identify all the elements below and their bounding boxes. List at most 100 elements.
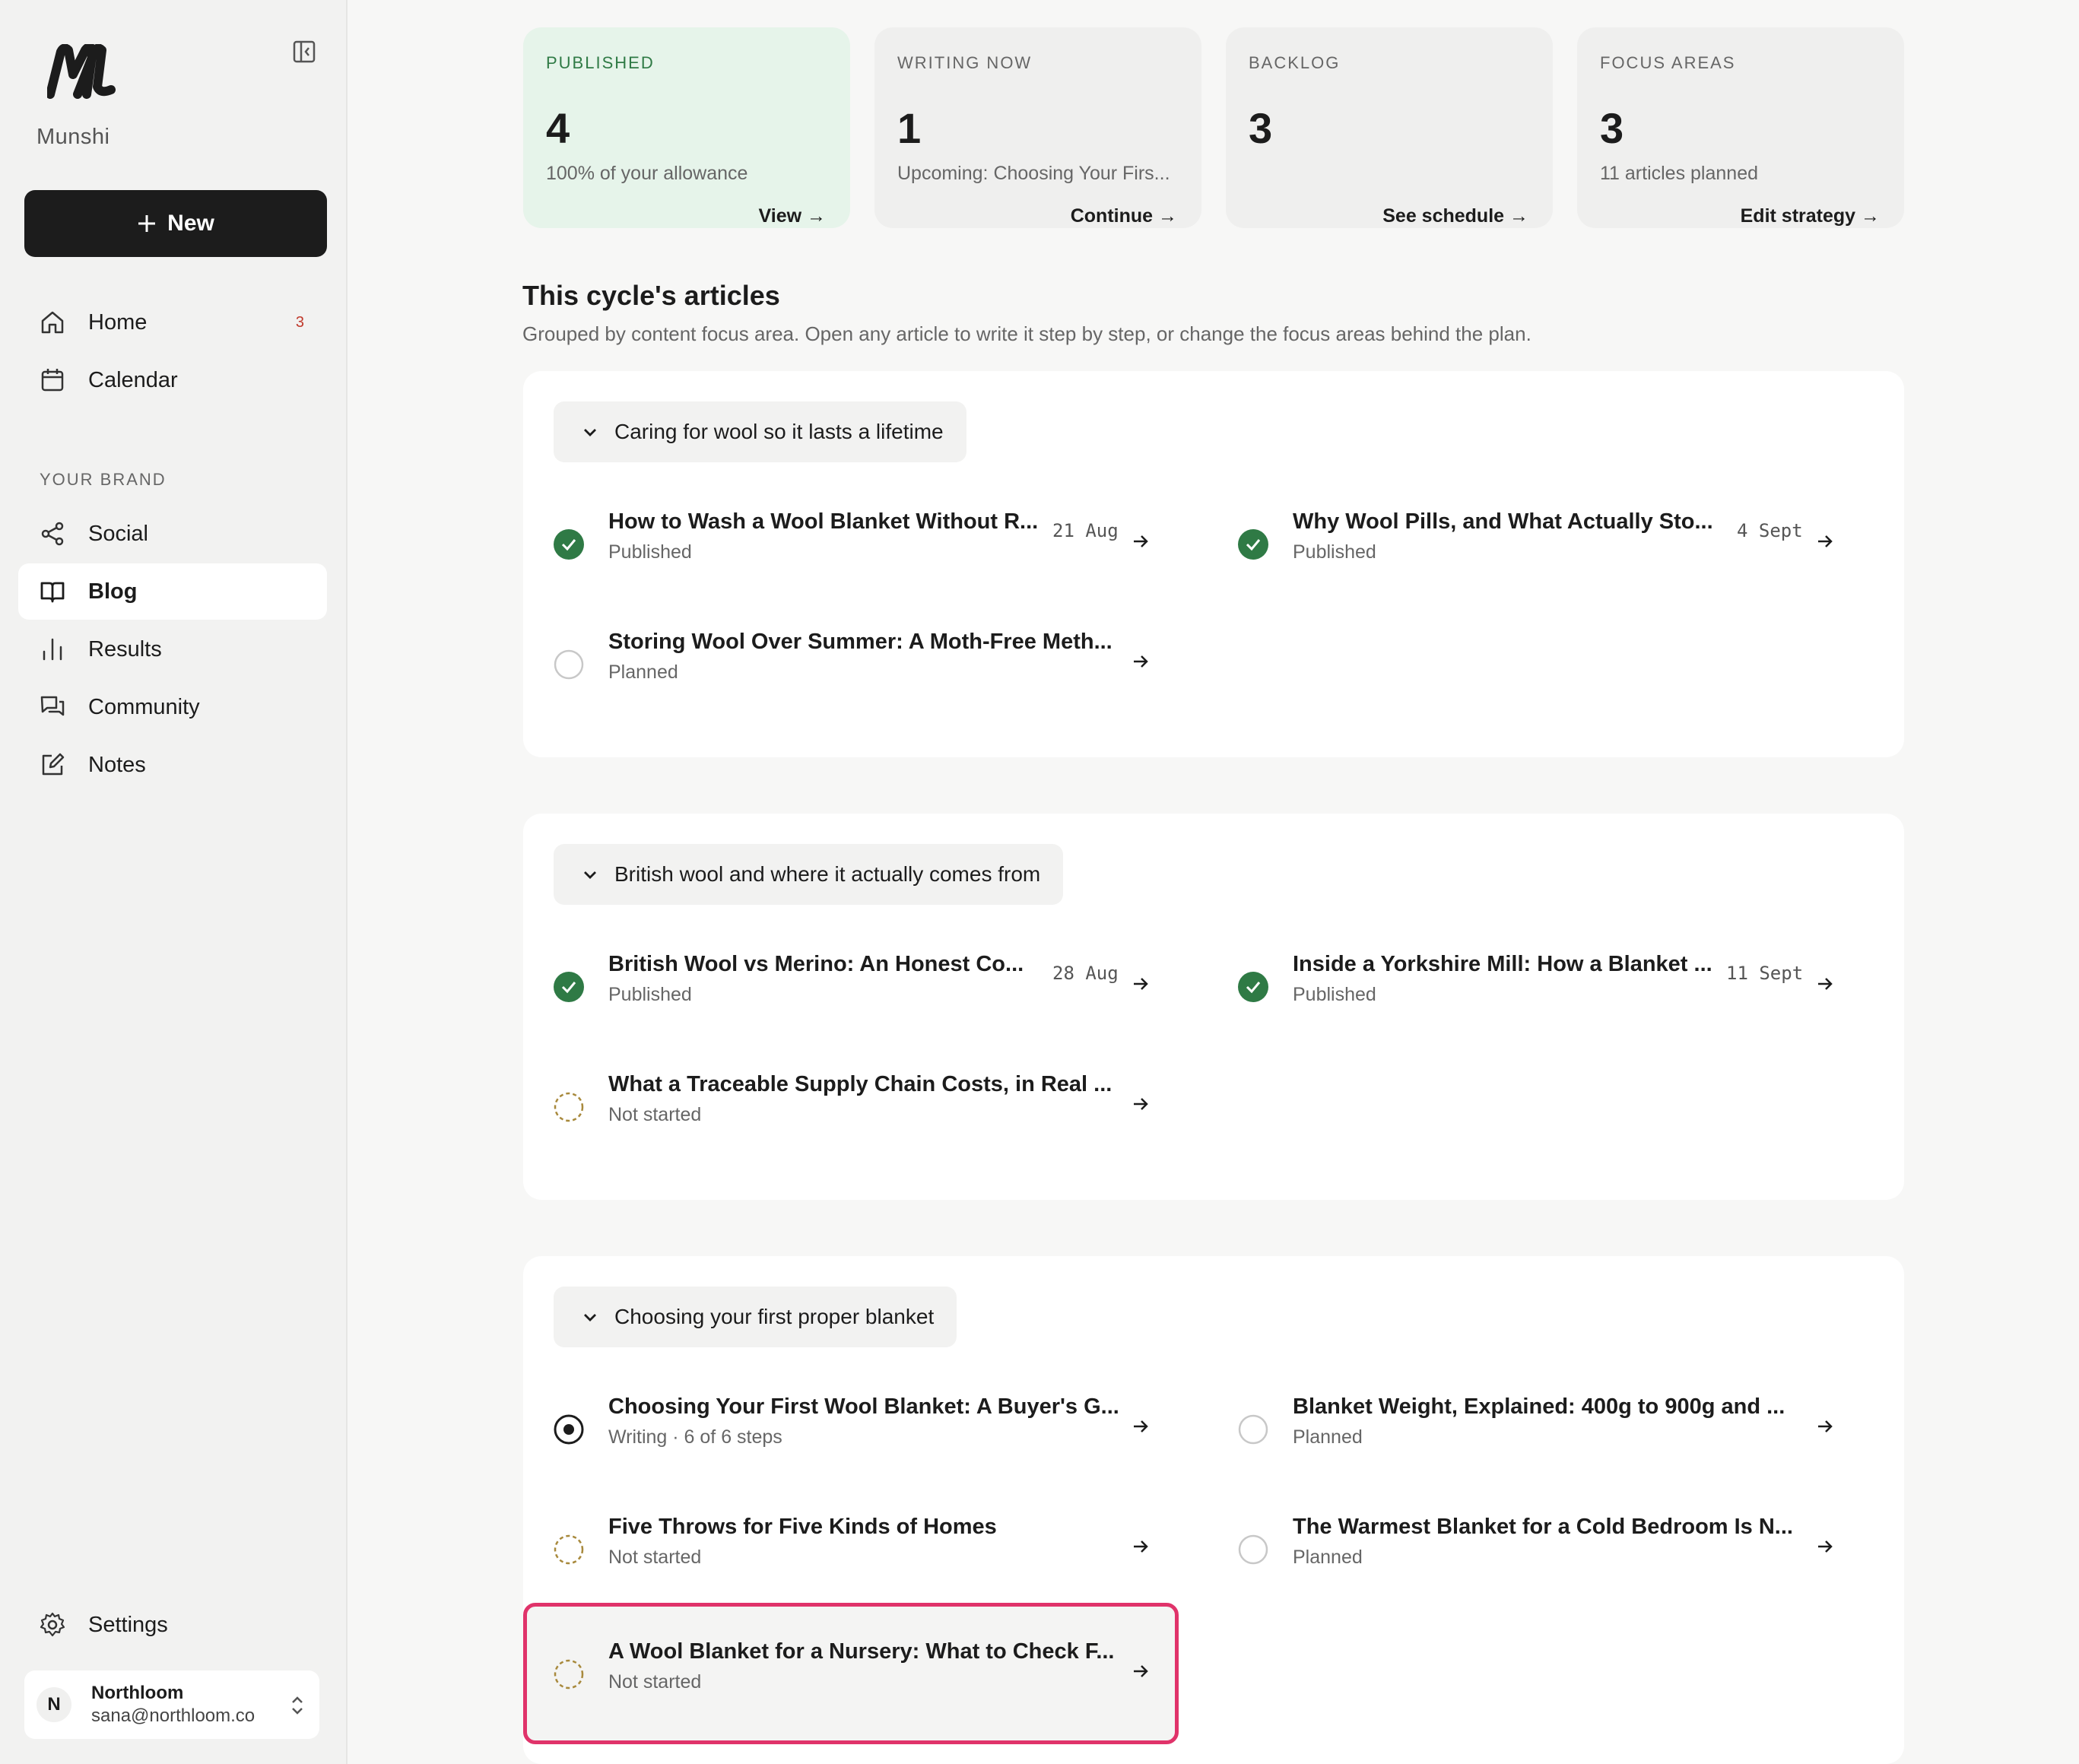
page-title: This cycle's articles <box>522 280 780 311</box>
empty-circle-icon <box>554 649 584 680</box>
chevron-up-down-icon <box>292 1696 303 1715</box>
focus-group: Caring for wool so it lasts a lifetime H… <box>523 371 1904 757</box>
account-email: sana@northloom.co <box>91 1705 256 1726</box>
sidebar-item-community[interactable]: Community <box>18 679 327 735</box>
account-name: Northloom <box>91 1683 184 1703</box>
sidebar-item-settings[interactable]: Settings <box>18 1597 327 1653</box>
stat-value: 4 <box>546 104 570 152</box>
article-date: 21 Aug <box>1052 520 1119 541</box>
sidebar-collapse-icon[interactable] <box>293 40 316 63</box>
sidebar-item-notes[interactable]: Notes <box>18 737 327 793</box>
sidebar-item-results[interactable]: Results <box>18 621 327 677</box>
article-row[interactable]: British Wool vs Merino: An Honest Co... … <box>523 929 1177 1043</box>
article-title: Storing Wool Over Summer: A Moth-Free Me… <box>608 630 1113 654</box>
sidebar-item-social[interactable]: Social <box>18 506 327 562</box>
stat-card-backlog: BACKLOG 3 See schedule → <box>1226 27 1553 228</box>
home-icon <box>41 311 64 334</box>
group-toggle[interactable]: Choosing your first proper blanket <box>554 1287 957 1347</box>
section-label-your-brand: YOUR BRAND <box>40 470 167 489</box>
brand-name: Munshi <box>37 125 110 149</box>
dashed-circle-icon <box>554 1534 584 1565</box>
article-title: Blanket Weight, Explained: 400g to 900g … <box>1293 1394 1785 1419</box>
new-button[interactable]: New <box>24 190 327 257</box>
article-row[interactable]: Choosing Your First Wool Blanket: A Buye… <box>523 1372 1177 1486</box>
sidebar: Munshi New Home 3 Calendar YOUR BRAND So… <box>0 0 348 1764</box>
sidebar-item-home[interactable]: Home 3 <box>18 294 327 351</box>
article-date: 4 Sept <box>1737 520 1803 541</box>
check-circle-icon <box>554 972 584 1002</box>
see-schedule-link[interactable]: See schedule → <box>1382 205 1528 227</box>
article-date: 11 Sept <box>1726 963 1804 984</box>
book-icon <box>40 582 65 603</box>
arrow-right-icon <box>1134 978 1148 990</box>
notification-badge: 3 <box>295 313 304 331</box>
sidebar-item-label: Home <box>88 309 148 335</box>
group-toggle[interactable]: British wool and where it actually comes… <box>554 844 1064 905</box>
article-title: A Wool Blanket for a Nursery: What to Ch… <box>608 1639 1115 1664</box>
stat-card-focus-areas: FOCUS AREAS 3 11 articles planned Edit s… <box>1577 27 1904 228</box>
stat-label: PUBLISHED <box>546 53 655 72</box>
view-link[interactable]: View → <box>759 205 826 227</box>
sidebar-item-label: Blog <box>88 579 138 604</box>
article-row[interactable]: What a Traceable Supply Chain Costs, in … <box>523 1049 1177 1163</box>
chevron-down-icon <box>584 871 596 879</box>
article-title: Choosing Your First Wool Blanket: A Buye… <box>608 1394 1119 1419</box>
account-switcher[interactable]: N Northloom sana@northloom.co <box>24 1670 319 1739</box>
gear-icon <box>40 1612 65 1637</box>
sidebar-item-label: Settings <box>88 1612 168 1637</box>
arrow-right-icon <box>1134 1098 1148 1110</box>
munshi-logo-icon <box>47 44 116 99</box>
share-icon <box>41 522 64 546</box>
empty-circle-icon <box>1238 1534 1268 1565</box>
check-circle-icon <box>1238 972 1268 1002</box>
article-status: Not started <box>608 1104 702 1125</box>
article-title: Inside a Yorkshire Mill: How a Blanket .… <box>1293 952 1712 976</box>
arrow-right-icon <box>1134 1665 1148 1677</box>
focus-group: British wool and where it actually comes… <box>523 814 1904 1200</box>
article-status: Planned <box>1293 1426 1363 1448</box>
stat-card-writing-now: WRITING NOW 1 Upcoming: Choosing Your Fi… <box>874 27 1201 228</box>
article-row-highlighted[interactable]: A Wool Blanket for a Nursery: What to Ch… <box>523 1603 1179 1744</box>
article-row[interactable]: Inside a Yorkshire Mill: How a Blanket .… <box>1208 929 1862 1043</box>
article-row[interactable]: The Warmest Blanket for a Cold Bedroom I… <box>1208 1492 1862 1606</box>
arrow-right-icon <box>1818 978 1833 990</box>
sidebar-item-label: Community <box>88 694 200 719</box>
article-title: How to Wash a Wool Blanket Without R... <box>608 509 1039 534</box>
edit-icon <box>42 753 65 776</box>
stat-value: 3 <box>1249 104 1273 152</box>
arrow-right-icon <box>1134 1540 1148 1553</box>
article-status: Not started <box>608 1671 702 1693</box>
article-title: British Wool vs Merino: An Honest Co... <box>608 952 1024 976</box>
article-date: 28 Aug <box>1052 963 1119 984</box>
article-row[interactable]: Five Throws for Five Kinds of Homes Not … <box>523 1492 1177 1606</box>
article-row[interactable]: How to Wash a Wool Blanket Without R... … <box>523 487 1177 601</box>
stat-value: 1 <box>897 104 922 152</box>
article-status: Planned <box>608 662 678 683</box>
group-title: Choosing your first proper blanket <box>614 1305 935 1328</box>
dashed-circle-icon <box>554 1092 584 1122</box>
article-row[interactable]: Blanket Weight, Explained: 400g to 900g … <box>1208 1372 1862 1486</box>
edit-strategy-link[interactable]: Edit strategy → <box>1741 205 1880 227</box>
arrow-right-icon <box>1134 535 1148 547</box>
sidebar-item-label: Calendar <box>88 367 178 392</box>
article-row[interactable]: Storing Wool Over Summer: A Moth-Free Me… <box>523 607 1177 721</box>
article-status: Published <box>1293 541 1376 563</box>
stat-label: FOCUS AREAS <box>1600 53 1736 72</box>
article-status: Published <box>608 984 692 1005</box>
check-circle-icon <box>1238 529 1268 560</box>
sidebar-item-calendar[interactable]: Calendar <box>18 352 327 408</box>
stat-label: BACKLOG <box>1249 53 1341 72</box>
article-title: What a Traceable Supply Chain Costs, in … <box>608 1072 1113 1096</box>
article-title: Why Wool Pills, and What Actually Sto... <box>1293 509 1713 534</box>
continue-link[interactable]: Continue → <box>1071 205 1177 227</box>
avatar: N <box>37 1687 71 1722</box>
calendar-icon <box>41 369 64 392</box>
article-status: Not started <box>608 1547 702 1568</box>
sidebar-item-label: Social <box>88 521 148 546</box>
group-toggle[interactable]: Caring for wool so it lasts a lifetime <box>554 401 966 462</box>
article-row[interactable]: Why Wool Pills, and What Actually Sto...… <box>1208 487 1862 601</box>
chat-icon <box>40 696 65 716</box>
sidebar-item-blog[interactable]: Blog <box>18 563 327 620</box>
article-row[interactable]: A Wool Blanket for a Nursery: What to Ch… <box>523 1616 1177 1731</box>
empty-circle-icon <box>1238 1414 1268 1445</box>
